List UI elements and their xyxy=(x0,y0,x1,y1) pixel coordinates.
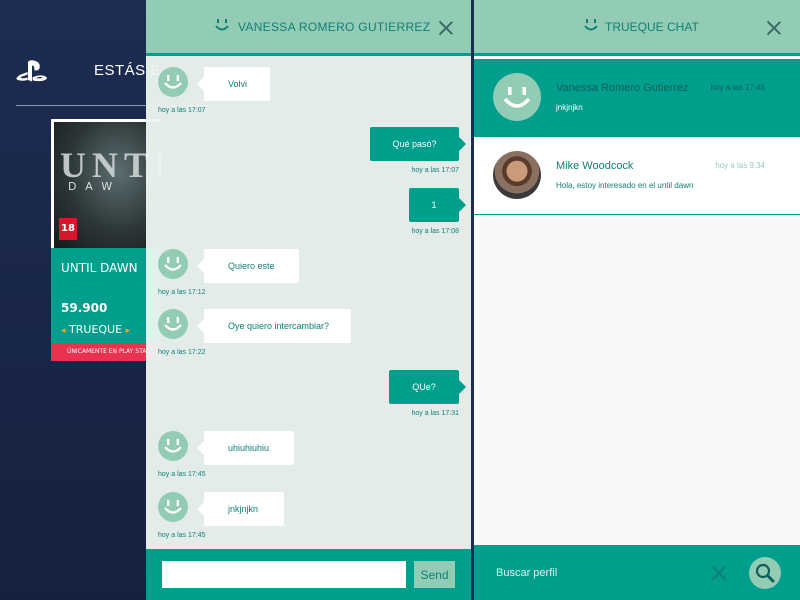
chat-message: uhiuhiuhiu hoy a las 17:45 xyxy=(146,431,471,487)
smile-avatar-icon xyxy=(158,249,188,279)
message-bubble: QUe? xyxy=(389,370,466,404)
chat-message: Quiero este hoy a las 17:12 xyxy=(146,249,471,305)
message-bubble: Qué pasó? xyxy=(370,127,466,161)
chat-message: Oye quiero intercambiar? hoy a las 17:22 xyxy=(146,309,471,365)
clear-search-icon[interactable] xyxy=(711,565,727,581)
message-timestamp: hoy a las 17:07 xyxy=(411,167,459,174)
message-bubble: jnkjnjkn xyxy=(197,492,284,526)
message-timestamp: hoy a las 17:31 xyxy=(411,410,459,417)
conversation-preview: jnkjnjkn xyxy=(556,103,583,112)
age-rating-badge: 18 xyxy=(59,218,77,240)
chat-message: jnkjnjkn hoy a las 17:45 xyxy=(146,492,471,548)
close-list-icon[interactable] xyxy=(766,20,782,36)
conversation-name: Vanessa Romero Gutierrez xyxy=(556,82,689,94)
smile-avatar-icon xyxy=(158,67,188,97)
conversation-list-panel: TRUEQUE CHAT Vanessa Romero Gutierrez ho… xyxy=(474,0,800,600)
message-timestamp: hoy a las 17:12 xyxy=(158,289,206,296)
conversation-item[interactable]: Vanessa Romero Gutierrez hoy a las 17:45… xyxy=(474,59,800,137)
list-title: TRUEQUE CHAT xyxy=(605,20,699,34)
search-icon xyxy=(755,563,775,583)
conversation-time: hoy a las 9:34 xyxy=(715,161,765,170)
chat-panel: VANESSA ROMERO GUTIERREZ Volvi hoy a las … xyxy=(146,0,471,600)
chat-header: VANESSA ROMERO GUTIERREZ xyxy=(146,0,471,56)
close-chat-icon[interactable] xyxy=(438,20,454,36)
profile-search-bar xyxy=(474,545,800,600)
send-button[interactable]: Send xyxy=(414,561,455,588)
chat-title: VANESSA ROMERO GUTIERREZ xyxy=(238,20,431,34)
message-bubble: Quiero este xyxy=(197,249,299,283)
game-info: UNTIL DAWN 59.900 ◂ TRUEQUE ▸ xyxy=(51,248,161,343)
playstation-logo-icon xyxy=(16,60,47,82)
message-input[interactable] xyxy=(162,561,406,588)
search-profile-input[interactable] xyxy=(496,559,696,587)
conversation-name: Mike Woodcock xyxy=(556,160,634,172)
exclusive-ribbon: ÚNICAMENTE EN PLAY STAT xyxy=(51,343,161,361)
conversation-preview: Hola, estoy interesado en el until dawn xyxy=(556,181,694,190)
chat-message: 1 hoy a las 17:08 xyxy=(146,188,471,244)
message-timestamp: hoy a las 17:45 xyxy=(158,471,206,478)
game-cover-image: UNTI DAW 18 xyxy=(54,122,161,248)
chat-message: Volvi hoy a las 17:07 xyxy=(146,67,471,123)
chat-message: QUe? hoy a las 17:31 xyxy=(146,370,471,426)
trade-mode-label: TRUEQUE xyxy=(69,323,123,336)
message-bubble: Oye quiero intercambiar? xyxy=(197,309,351,343)
list-header: TRUEQUE CHAT xyxy=(474,0,800,56)
message-timestamp: hoy a las 17:07 xyxy=(158,107,206,114)
message-bubble: Volvi xyxy=(197,67,270,101)
smile-avatar-icon xyxy=(158,492,188,522)
message-timestamp: hoy a las 17:45 xyxy=(158,532,206,539)
smile-icon xyxy=(215,19,229,31)
user-photo-avatar xyxy=(493,151,541,199)
message-bubble: 1 xyxy=(409,188,466,222)
smile-avatar-icon xyxy=(158,431,188,461)
message-bubble: uhiuhiuhiu xyxy=(197,431,294,465)
arrow-left-icon: ◂ xyxy=(61,326,66,336)
chat-composer: Send xyxy=(146,549,471,600)
message-timestamp: hoy a las 17:22 xyxy=(158,349,206,356)
cover-subtitle: DAW xyxy=(68,180,122,193)
message-list: Volvi hoy a las 17:07 Qué pasó? hoy a las 1… xyxy=(146,59,471,549)
search-button[interactable] xyxy=(749,557,781,589)
chat-message: Qué pasó? hoy a las 17:07 xyxy=(146,127,471,183)
game-card[interactable]: UNTI DAW 18 UNTIL DAWN 59.900 ◂ TRUEQUE … xyxy=(51,119,161,361)
conversation-time: hoy a las 17:45 xyxy=(710,83,765,92)
smile-icon xyxy=(584,19,598,31)
conversation-item[interactable]: Mike Woodcock hoy a las 9:34 Hola, estoy… xyxy=(474,137,800,215)
trade-mode[interactable]: ◂ TRUEQUE ▸ xyxy=(61,323,130,336)
smile-avatar-icon xyxy=(158,309,188,339)
arrow-right-icon: ▸ xyxy=(125,326,131,336)
smile-avatar-icon xyxy=(493,73,541,121)
game-price: 59.900 xyxy=(61,301,108,315)
message-timestamp: hoy a las 17:08 xyxy=(411,228,459,235)
game-name: UNTIL DAWN xyxy=(61,261,138,275)
